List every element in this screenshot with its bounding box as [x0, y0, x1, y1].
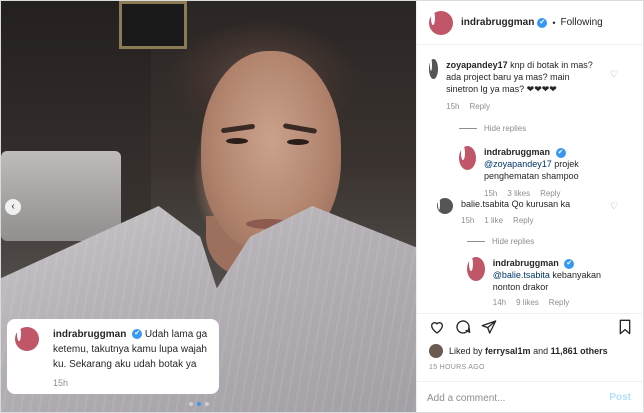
comment-username[interactable]: balie.tsabita [461, 199, 509, 209]
post-button[interactable]: Post [609, 392, 631, 403]
avatar[interactable] [429, 344, 443, 358]
comment-mention[interactable]: @balie.tsabita [493, 270, 550, 280]
comment-input[interactable] [427, 390, 587, 406]
carousel-dot [189, 402, 193, 406]
post-timestamp[interactable]: 15 HOURS AGO [429, 364, 485, 371]
avatar[interactable] [459, 146, 477, 170]
liked-by-mid: and [530, 346, 551, 356]
carousel-dot-active [197, 402, 201, 406]
hide-replies-button[interactable]: Hide replies [467, 237, 534, 246]
post-actions: Liked by ferrysal1m and 11,861 others 15… [417, 313, 643, 413]
comment-icon[interactable] [455, 319, 471, 335]
comment-time[interactable]: 15h [461, 216, 474, 225]
comment-item: balie.tsabita Qo kurusan ka 15h 1 like Rep… [437, 198, 607, 227]
header-username[interactable]: indrabruggman [461, 17, 534, 28]
comment-reply: indrabruggman ✔ @zoyapandey17 projek pen… [459, 146, 609, 200]
comment-text: Qo kurusan ka [511, 199, 571, 209]
liked-by: Liked by ferrysal1m and 11,861 others [429, 344, 608, 358]
caption-time: 15h [53, 378, 69, 388]
verified-icon: ✔ [132, 329, 143, 340]
instagram-post-modal: ‹ indrabruggman ✔ Udah lama ga ketemu, t… [0, 0, 644, 413]
photo-subject-eye-left [226, 138, 248, 144]
verified-icon: ✔ [564, 258, 575, 269]
liked-by-count[interactable]: 11,861 others [551, 346, 608, 356]
photo-background-cloth [1, 151, 121, 241]
caption-text: indrabruggman ✔ Udah lama ga ketemu, tak… [53, 327, 211, 372]
comment-username[interactable]: indrabruggman [484, 147, 550, 157]
reply-button[interactable]: Reply [513, 216, 533, 225]
avatar[interactable] [429, 59, 439, 79]
photo-wall-frame [119, 1, 187, 49]
following-button[interactable]: Following [561, 17, 603, 28]
comment-time[interactable]: 15h [446, 102, 459, 111]
photo-subject-eye-right [287, 139, 309, 145]
comment-mention[interactable]: @zoyapandey17 [484, 159, 552, 169]
heart-icon[interactable] [429, 319, 445, 335]
verified-icon: ✔ [555, 147, 566, 158]
verified-icon: ✔ [537, 17, 548, 28]
avatar[interactable] [15, 327, 39, 351]
share-icon[interactable] [481, 319, 497, 335]
add-comment-bar: Post [417, 381, 643, 413]
post-header: indrabruggman ✔ • Following [417, 1, 643, 45]
avatar[interactable] [467, 257, 485, 281]
carousel-dots [189, 402, 209, 406]
comment-likes[interactable]: 1 like [484, 216, 503, 225]
liked-by-user[interactable]: ferrysal1m [485, 346, 531, 356]
avatar[interactable] [429, 10, 453, 35]
comment-username[interactable]: zoyapandey17 [446, 60, 508, 70]
bookmark-icon[interactable] [617, 319, 633, 335]
reply-button[interactable]: Reply [540, 189, 560, 198]
comments-list[interactable]: zoyapandey17 knp di botak in mas? ada pr… [417, 51, 643, 313]
avatar[interactable] [437, 198, 453, 214]
post-photo[interactable]: ‹ indrabruggman ✔ Udah lama ga ketemu, t… [1, 1, 416, 412]
post-sidebar: indrabruggman ✔ • Following zoyapandey17… [416, 1, 643, 412]
action-icons [429, 319, 633, 339]
comment-username[interactable]: indrabruggman [493, 258, 559, 268]
heart-icon[interactable]: ♡ [610, 201, 618, 212]
comment-reply: indrabruggman ✔ @balie.tsabita kebanyaka… [467, 257, 607, 309]
header-separator: • [552, 17, 556, 28]
heart-icon[interactable]: ♡ [610, 69, 618, 80]
photo-caption-card: indrabruggman ✔ Udah lama ga ketemu, tak… [7, 319, 219, 394]
chevron-left-icon[interactable]: ‹ [5, 199, 21, 215]
comment-likes[interactable]: 3 likes [507, 189, 530, 198]
reply-button[interactable]: Reply [549, 298, 569, 307]
liked-by-prefix: Liked by [449, 346, 486, 356]
caption-username[interactable]: indrabruggman [53, 329, 126, 340]
comment-likes[interactable]: 9 likes [516, 298, 539, 307]
reply-button[interactable]: Reply [469, 102, 489, 111]
hide-replies-button[interactable]: Hide replies [459, 124, 526, 133]
comment-item: zoyapandey17 knp di botak in mas? ada pr… [429, 59, 599, 113]
comment-time[interactable]: 14h [493, 298, 506, 307]
comment-time[interactable]: 15h [484, 189, 497, 198]
carousel-dot [205, 402, 209, 406]
